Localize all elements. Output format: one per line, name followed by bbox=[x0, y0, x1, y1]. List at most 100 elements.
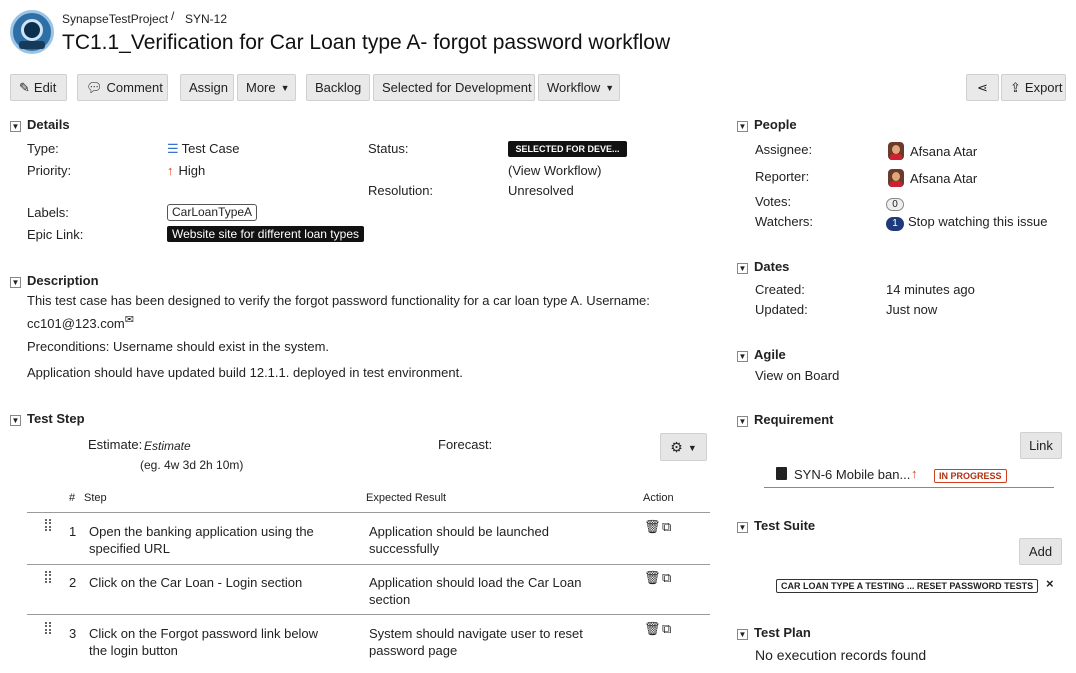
column-header-expected: Expected Result bbox=[366, 492, 447, 504]
breadcrumb-issue-key[interactable]: SYN-12 bbox=[185, 12, 227, 26]
test-plan-section-toggle[interactable]: ▼ Test Plan bbox=[737, 625, 811, 640]
clone-icon[interactable]: ⧉ bbox=[662, 620, 671, 637]
estimate-input[interactable]: Estimate bbox=[144, 439, 191, 453]
chevron-down-icon: ▼ bbox=[10, 415, 21, 426]
breadcrumb-project[interactable]: SynapseTestProject bbox=[62, 12, 168, 26]
epic-link-tag[interactable]: Website site for different loan types bbox=[167, 226, 364, 242]
clone-icon[interactable]: ⧉ bbox=[662, 518, 671, 535]
chevron-down-icon: ▼ bbox=[10, 277, 21, 288]
requirement-section-toggle[interactable]: ▼ Requirement bbox=[737, 412, 833, 427]
test-case-icon: ☰ bbox=[167, 141, 179, 156]
reporter-value[interactable]: Afsana Atar bbox=[888, 169, 977, 187]
workflow-dropdown[interactable]: Workflow ▼ bbox=[538, 74, 620, 101]
step-text[interactable]: Open the banking application using the bbox=[89, 523, 314, 540]
expected-result[interactable]: section bbox=[369, 591, 410, 608]
type-label: Type: bbox=[27, 141, 59, 156]
arrow-up-icon: ↑ bbox=[911, 466, 918, 481]
drag-handle-icon[interactable] bbox=[45, 571, 51, 583]
selected-for-development-button[interactable]: Selected for Development bbox=[373, 74, 535, 101]
breadcrumb-separator: / bbox=[171, 9, 175, 23]
email-link[interactable]: cc101@123.com bbox=[27, 316, 125, 331]
watchers-value[interactable]: 1 Stop watching this issue bbox=[886, 214, 1047, 231]
requirement-item[interactable]: SYN-6 Mobile ban... ↑ IN PROGRESS bbox=[764, 462, 1054, 488]
test-step-section-toggle[interactable]: ▼ Test Step bbox=[10, 411, 85, 426]
table-divider bbox=[27, 614, 710, 615]
avatar bbox=[888, 142, 904, 160]
people-section-toggle[interactable]: ▼ People bbox=[737, 117, 797, 132]
table-divider bbox=[27, 512, 710, 513]
details-section-toggle[interactable]: ▼ Details bbox=[10, 117, 70, 132]
votes-label: Votes: bbox=[755, 194, 792, 209]
expected-result[interactable]: password page bbox=[369, 642, 457, 659]
status-label: Status: bbox=[368, 141, 409, 156]
watchers-label: Watchers: bbox=[755, 214, 814, 229]
close-icon[interactable]: × bbox=[1046, 576, 1054, 591]
edit-button[interactable]: ✎ Edit bbox=[10, 74, 67, 101]
resolution-value: Unresolved bbox=[508, 183, 574, 198]
estimate-hint: (eg. 4w 3d 2h 10m) bbox=[140, 458, 244, 472]
expected-result[interactable]: successfully bbox=[369, 540, 439, 557]
votes-count[interactable]: 0 bbox=[886, 195, 904, 211]
more-dropdown[interactable]: More ▼ bbox=[237, 74, 296, 101]
add-test-suite-button[interactable]: Add bbox=[1019, 538, 1062, 565]
avatar bbox=[888, 169, 904, 187]
expected-result[interactable]: System should navigate user to reset bbox=[369, 625, 583, 642]
expected-result[interactable]: Application should load the Car Loan bbox=[369, 574, 581, 591]
drag-handle-icon[interactable] bbox=[45, 519, 51, 531]
assign-button[interactable]: Assign bbox=[180, 74, 234, 101]
test-plan-empty-message: No execution records found bbox=[755, 647, 927, 663]
test-step-settings-button[interactable]: ⚙ ▼ bbox=[660, 433, 707, 461]
backlog-button[interactable]: Backlog bbox=[306, 74, 370, 101]
created-value: 14 minutes ago bbox=[886, 282, 975, 297]
step-text[interactable]: the login button bbox=[89, 642, 178, 659]
chevron-down-icon: ▼ bbox=[737, 416, 748, 427]
delete-icon[interactable]: 🗑︎ bbox=[644, 620, 661, 637]
agile-section-toggle[interactable]: ▼ Agile bbox=[737, 347, 786, 362]
description-build: Application should have updated build 12… bbox=[27, 365, 463, 380]
share-button[interactable]: ⋖ bbox=[966, 74, 999, 101]
gear-icon: ⚙ bbox=[670, 439, 683, 455]
view-workflow-link[interactable]: (View Workflow) bbox=[508, 163, 601, 178]
chevron-down-icon: ▼ bbox=[737, 351, 748, 362]
created-label: Created: bbox=[755, 282, 805, 297]
expected-result[interactable]: Application should be launched bbox=[369, 523, 549, 540]
status-badge[interactable]: SELECTED FOR DEVE... bbox=[508, 141, 627, 157]
share-icon: ⋖ bbox=[977, 80, 988, 95]
chevron-down-icon: ▼ bbox=[10, 121, 21, 132]
export-button[interactable]: ⇪ Export bbox=[1001, 74, 1066, 101]
chevron-down-icon: ▼ bbox=[737, 263, 748, 274]
dates-section-toggle[interactable]: ▼ Dates bbox=[737, 259, 789, 274]
clone-icon[interactable]: ⧉ bbox=[662, 569, 671, 586]
description-line-1: This test case has been designed to veri… bbox=[27, 293, 650, 308]
chevron-down-icon: ▼ bbox=[737, 121, 748, 132]
requirement-link[interactable]: SYN-6 Mobile ban... bbox=[794, 467, 910, 482]
step-text[interactable]: Click on the Forgot password link below bbox=[89, 625, 318, 642]
step-text[interactable]: Click on the Car Loan - Login section bbox=[89, 574, 302, 591]
issue-title: TC1.1_Verification for Car Loan type A- … bbox=[62, 31, 671, 54]
view-on-board-link[interactable]: View on Board bbox=[755, 368, 839, 383]
link-requirement-button[interactable]: Link bbox=[1020, 432, 1062, 459]
description-section-toggle[interactable]: ▼ Description bbox=[10, 273, 99, 288]
assignee-value[interactable]: Afsana Atar bbox=[888, 142, 977, 160]
chevron-down-icon: ▼ bbox=[605, 83, 615, 93]
chevron-down-icon: ▼ bbox=[687, 443, 697, 453]
priority-label: Priority: bbox=[27, 163, 72, 178]
export-icon: ⇪ bbox=[1010, 80, 1021, 95]
column-header-action: Action bbox=[643, 492, 674, 504]
project-avatar[interactable] bbox=[10, 10, 54, 54]
stop-watching-link: Stop watching this issue bbox=[908, 214, 1048, 229]
comment-button[interactable]: 💬︎ Comment bbox=[77, 74, 168, 101]
arrow-up-icon: ↑ bbox=[167, 163, 174, 178]
delete-icon[interactable]: 🗑︎ bbox=[644, 518, 661, 535]
drag-handle-icon[interactable] bbox=[45, 622, 51, 634]
table-divider bbox=[27, 564, 710, 565]
mail-icon: ✉ bbox=[124, 314, 134, 326]
test-suite-section-toggle[interactable]: ▼ Test Suite bbox=[737, 518, 815, 533]
test-suite-tag[interactable]: CAR LOAN TYPE A TESTING ... RESET PASSWO… bbox=[776, 579, 1039, 593]
forecast-label: Forecast: bbox=[438, 437, 493, 452]
step-text[interactable]: specified URL bbox=[89, 540, 170, 557]
description-email: cc101@123.com✉ bbox=[27, 311, 134, 333]
delete-icon[interactable]: 🗑︎ bbox=[644, 569, 661, 586]
label-tag[interactable]: CarLoanTypeA bbox=[167, 204, 258, 221]
watchers-count: 1 bbox=[886, 217, 904, 231]
